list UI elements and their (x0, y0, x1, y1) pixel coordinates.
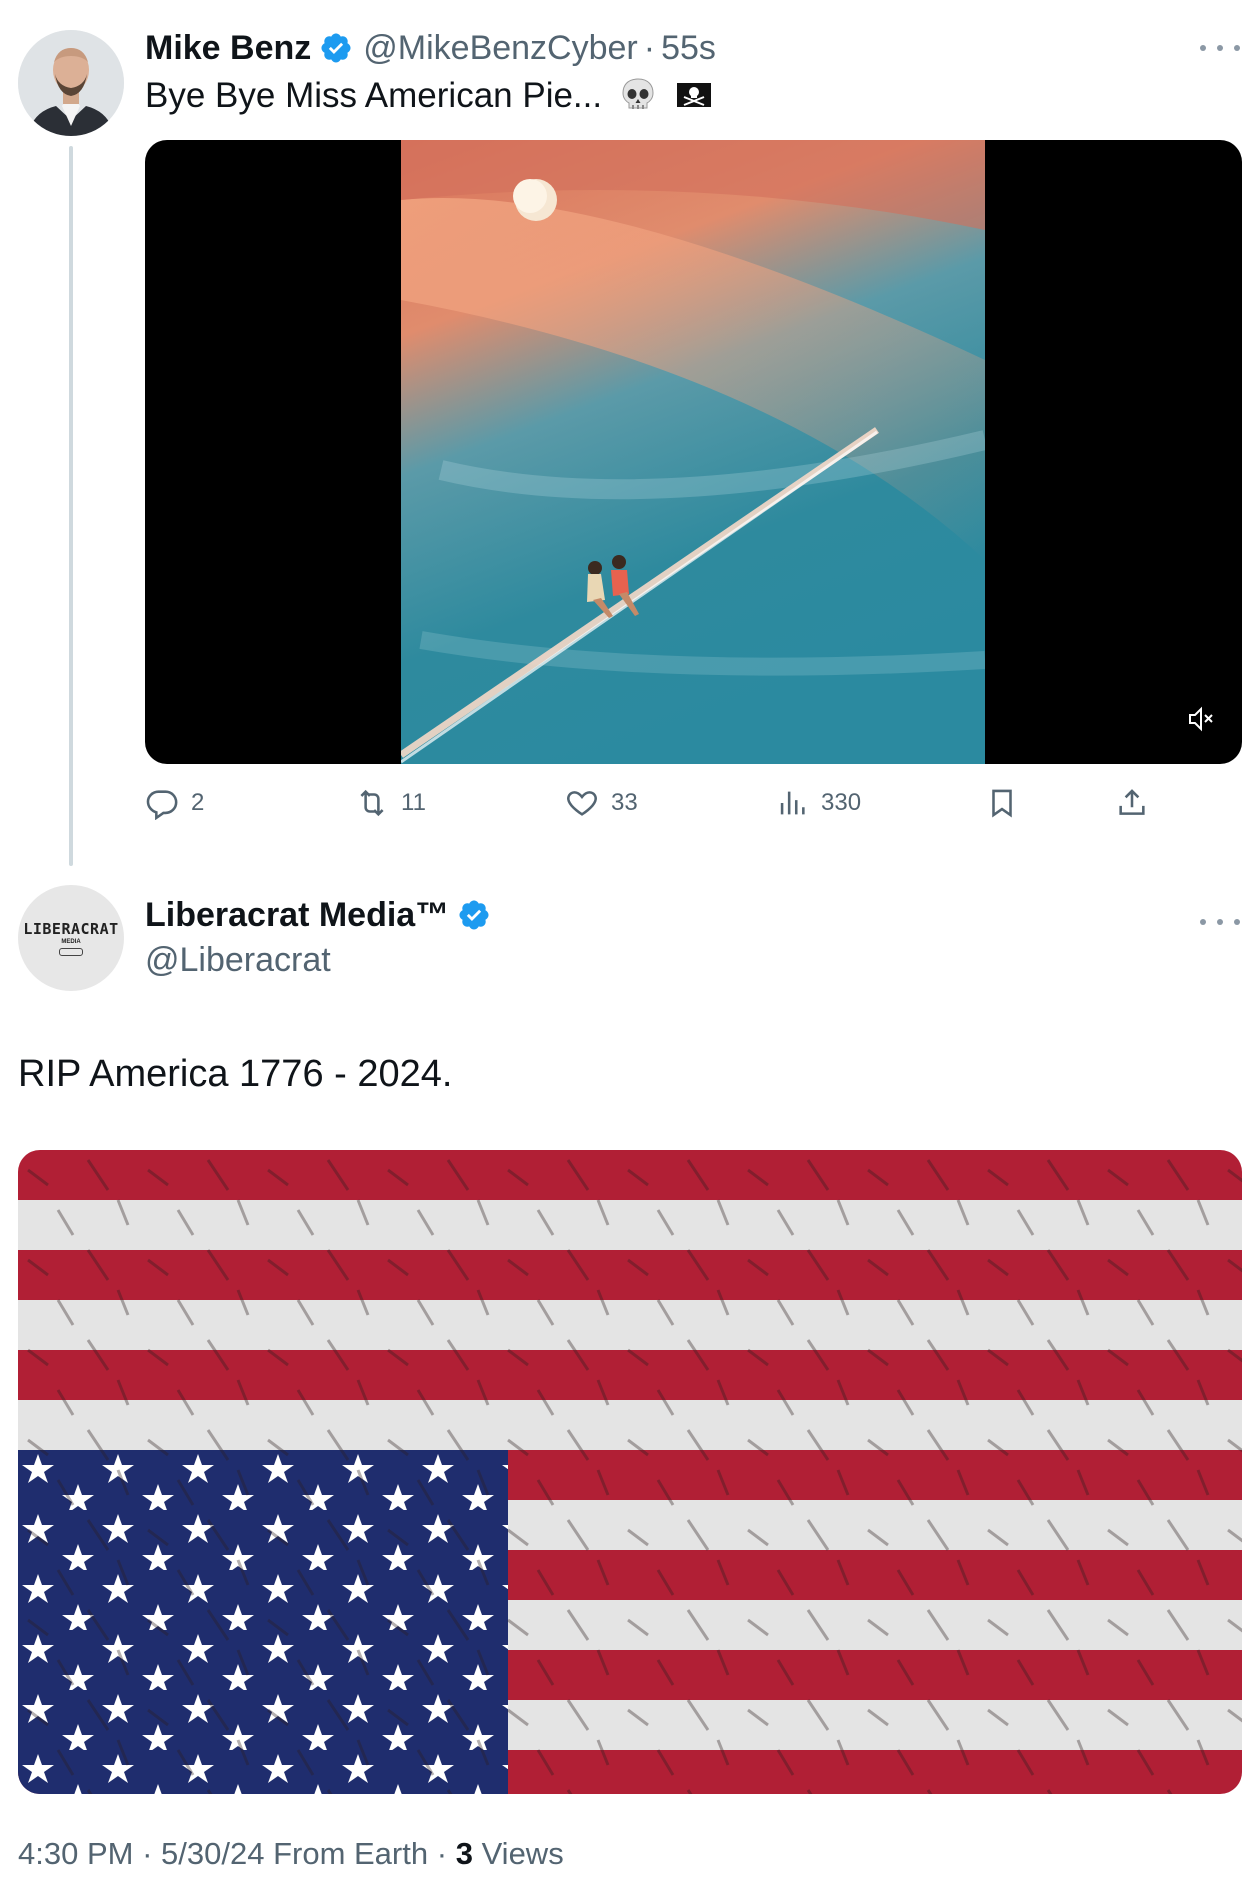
post-date-location: 5/30/24 From Earth (161, 1836, 429, 1871)
pirate-flag-icon (676, 83, 711, 107)
author-handle[interactable]: @Liberacrat (145, 938, 331, 982)
tweet-text: RIP America 1776 - 2024. (18, 1053, 453, 1095)
analytics-icon (780, 791, 805, 815)
views-button[interactable]: 330 (775, 780, 861, 826)
thread-line (69, 146, 73, 866)
tweet-actions: 2 11 33 330 (145, 780, 1145, 826)
repost-icon (360, 789, 384, 817)
heart-icon (567, 791, 597, 816)
more-options-icon[interactable] (1200, 912, 1240, 932)
timestamp[interactable]: 55s (661, 29, 716, 68)
video-frame (401, 140, 985, 764)
video-player[interactable] (145, 140, 1242, 764)
avatar-logo-pill (59, 948, 83, 956)
avatar-logo-text: LIBERACRAT (23, 920, 119, 938)
tweet-text: Bye Bye Miss American Pie... (145, 74, 714, 118)
tweet-mike-benz[interactable]: Mike Benz @MikeBenzCyber · 55s Bye Bye M… (0, 0, 1249, 866)
more-options-icon[interactable] (1200, 38, 1240, 58)
avatar[interactable]: LIBERACRAT MEDIA (18, 885, 124, 991)
bookmark-icon (992, 789, 1012, 818)
views-label: Views (481, 1836, 564, 1871)
author-name[interactable]: Liberacrat Media™ (145, 896, 449, 935)
reply-icon (146, 790, 178, 820)
mute-icon[interactable] (1186, 704, 1216, 734)
avatar-logo-subtext: MEDIA (61, 939, 81, 945)
post-time[interactable]: 4:30 PM (18, 1836, 133, 1871)
view-count: 330 (821, 789, 862, 816)
separator-dot: · (643, 28, 656, 67)
author-name-row: Liberacrat Media™ (145, 892, 501, 938)
tweet-meta: 4:30 PM · 5/30/24 From Earth · 3 Views (18, 1836, 564, 1872)
verified-badge-icon (321, 33, 351, 63)
tweet-text-content: Bye Bye Miss American Pie... (145, 76, 603, 115)
avatar[interactable] (18, 30, 124, 136)
tweet-header: Mike Benz @MikeBenzCyber · 55s (145, 24, 716, 72)
separator-dot: · (436, 1836, 448, 1871)
repost-button[interactable]: 11 (355, 780, 426, 826)
like-button[interactable]: 33 (565, 780, 638, 826)
share-icon (1119, 789, 1145, 815)
skull-emoji-icon (622, 78, 654, 109)
reply-button[interactable]: 2 (145, 780, 204, 826)
like-count: 33 (611, 789, 638, 816)
separator-dot: · (142, 1836, 153, 1871)
author-handle[interactable]: @MikeBenzCyber (363, 29, 638, 68)
bookmark-button[interactable] (985, 780, 1031, 826)
repost-count: 11 (401, 789, 426, 816)
verified-badge-icon (459, 900, 489, 930)
upside-down-flag-image[interactable] (18, 1150, 1242, 1794)
author-name[interactable]: Mike Benz (145, 29, 311, 68)
views-count: 3 (455, 1836, 473, 1871)
share-button[interactable] (1115, 780, 1161, 826)
reply-count: 2 (191, 789, 205, 816)
